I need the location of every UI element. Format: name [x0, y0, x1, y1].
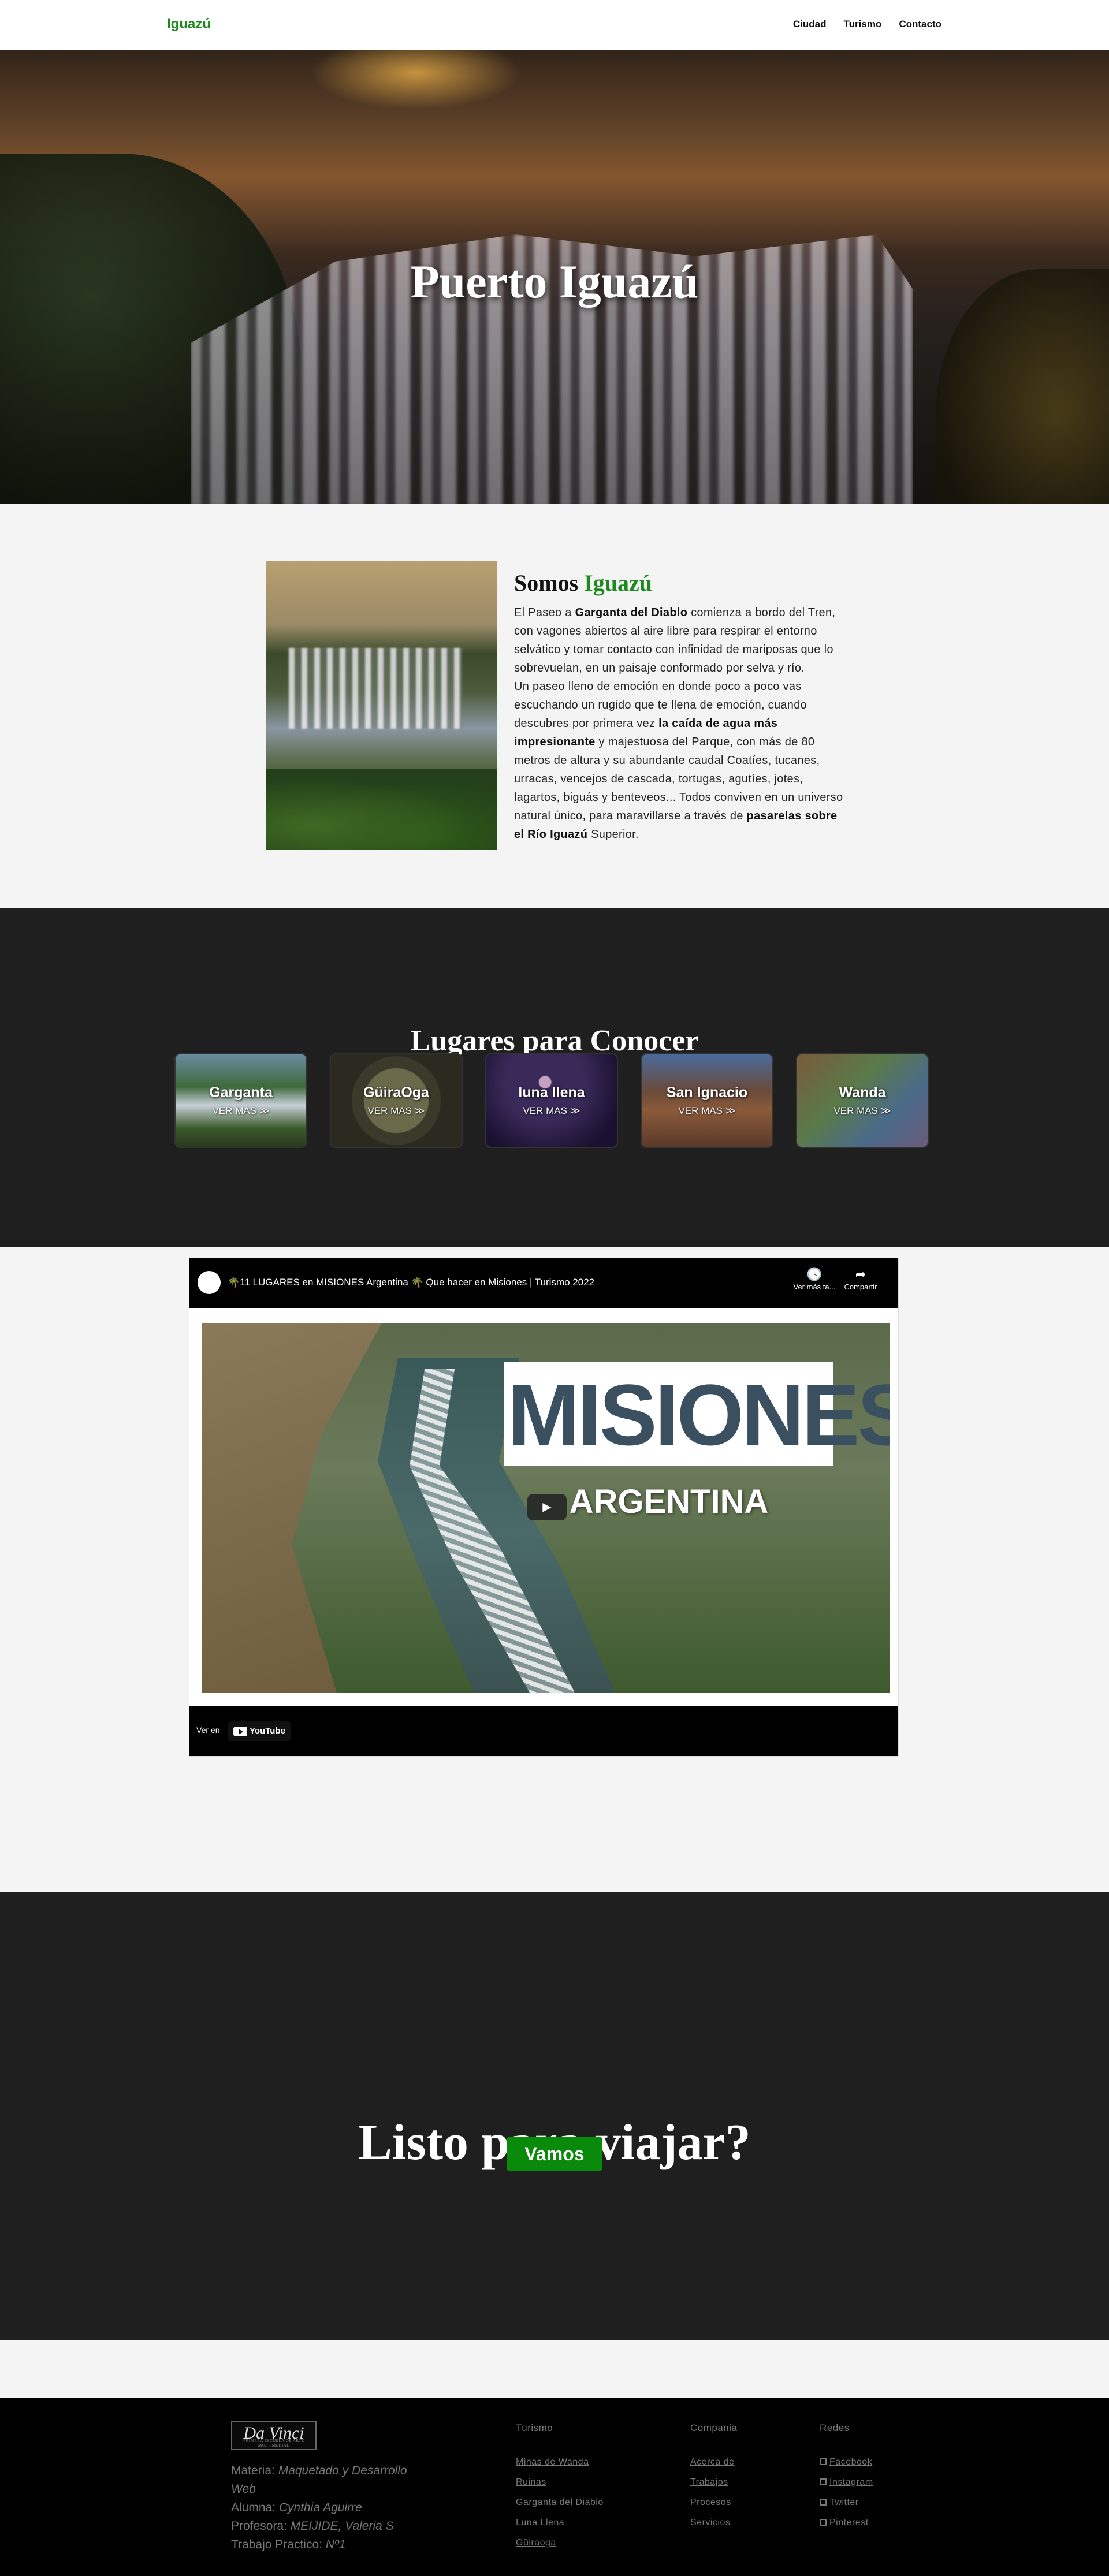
about-section: Somos Iguazú El Paseo a Garganta del Dia…	[514, 569, 843, 844]
ver-mas-link[interactable]: VER MAS ≫	[331, 1105, 462, 1117]
nav-links: Ciudad Turismo Contacto	[793, 18, 941, 30]
footer-link-pinterest[interactable]: Pinterest	[820, 2518, 873, 2528]
ver-mas-link[interactable]: VER MAS ≫	[797, 1105, 928, 1117]
footer-col-redes: Redes Facebook Instagram Twitter Pintere…	[820, 2422, 873, 2538]
footer-link-procesos[interactable]: Procesos	[690, 2497, 738, 2508]
vamos-button[interactable]: Vamos	[507, 2137, 602, 2171]
footer-col-compania: Compania Acerca de Trabajos Procesos Ser…	[690, 2422, 738, 2538]
share-button[interactable]: ➦ Compartir	[838, 1266, 884, 1291]
footer-link-minas-de-wanda[interactable]: Minas de Wanda	[516, 2457, 604, 2467]
video-thumbnail[interactable]: MISIONES ARGENTINA ▶	[202, 1323, 890, 1693]
video-header: 🌴11 LUGARES en MISIONES Argentina 🌴 Que …	[189, 1258, 898, 1308]
davinci-logo: Da Vinci PRIMERA ESCUELA DE ARTE MULTIME…	[231, 2421, 317, 2450]
footer: Da Vinci PRIMERA ESCUELA DE ARTE MULTIME…	[0, 2398, 1109, 2576]
cta-section: Listo para viajar? Vamos	[0, 1892, 1109, 2340]
video-title[interactable]: 🌴11 LUGARES en MISIONES Argentina 🌴 Que …	[228, 1277, 594, 1288]
clock-icon: 🕓	[806, 1267, 823, 1281]
footer-link-twitter[interactable]: Twitter	[820, 2497, 873, 2508]
top-navbar: Iguazú Ciudad Turismo Contacto	[0, 0, 1109, 50]
place-card-name: Wanda	[839, 1084, 886, 1101]
alumna-line: Alumna: Cynthia Aguirre	[231, 2501, 362, 2514]
footer-link-ruinas[interactable]: Ruinas	[516, 2477, 604, 2488]
facebook-icon	[820, 2458, 827, 2465]
materia-line: Materia: Maquetado y Desarrollo Web	[231, 2464, 407, 2496]
channel-avatar[interactable]	[198, 1271, 221, 1294]
youtube-icon	[233, 1726, 247, 1736]
nav-link-turismo[interactable]: Turismo	[844, 18, 882, 30]
footer-link-instagram[interactable]: Instagram	[820, 2477, 873, 2488]
footer-link-acerca-de[interactable]: Acerca de	[690, 2457, 738, 2467]
places-section: Lugares para Conocer Garganta VER MAS ≫ …	[0, 908, 1109, 1247]
nav-link-contacto[interactable]: Contacto	[899, 18, 941, 30]
youtube-embed[interactable]: 🌴11 LUGARES en MISIONES Argentina 🌴 Que …	[189, 1258, 899, 1757]
about-title-accent: Iguazú	[584, 570, 652, 596]
about-paragraph-1: El Paseo a Garganta del Diablo comienza …	[514, 606, 836, 674]
place-card-wanda[interactable]: Wanda VER MAS ≫	[796, 1053, 929, 1148]
twitter-icon	[820, 2499, 827, 2506]
footer-link-garganta[interactable]: Garganta del Diablo	[516, 2497, 604, 2508]
watch-later-button[interactable]: 🕓 Ver más ta...	[791, 1266, 838, 1291]
place-card-garganta[interactable]: Garganta VER MAS ≫	[174, 1053, 307, 1148]
place-card-name: San Ignacio	[666, 1084, 748, 1101]
nav-link-ciudad[interactable]: Ciudad	[793, 18, 827, 30]
footer-col-title: Compania	[690, 2422, 738, 2433]
footer-link-servicios[interactable]: Servicios	[690, 2518, 738, 2528]
footer-link-guiraoga[interactable]: Güiraoga	[516, 2538, 604, 2548]
place-card-name: luna llena	[518, 1084, 585, 1101]
footer-col-turismo: Turismo Minas de Wanda Ruinas Garganta d…	[516, 2422, 604, 2558]
place-card-san-ignacio[interactable]: San Ignacio VER MAS ≫	[641, 1053, 773, 1148]
place-card-name: GüiraOga	[363, 1084, 429, 1101]
hero-title: Puerto Iguazú	[410, 255, 699, 308]
instagram-icon	[820, 2478, 827, 2485]
ver-mas-link[interactable]: VER MAS ≫	[486, 1105, 617, 1117]
footer-link-luna-llena[interactable]: Luna Llena	[516, 2518, 604, 2528]
footer-course-info: Materia: Maquetado y Desarrollo Web Alum…	[231, 2462, 422, 2554]
tp-line: Trabajo Practico: Nº1	[231, 2538, 346, 2551]
youtube-link[interactable]: YouTube	[228, 1721, 291, 1741]
about-waterfall-image	[266, 561, 497, 850]
pinterest-icon	[820, 2519, 827, 2526]
watch-on-label: Ver en	[196, 1725, 220, 1735]
hero-banner: Puerto Iguazú	[0, 50, 1109, 504]
place-card-guiraoga[interactable]: GüiraOga VER MAS ≫	[330, 1053, 463, 1148]
play-icon: ▶	[542, 1501, 552, 1513]
ver-mas-link[interactable]: VER MAS ≫	[176, 1105, 306, 1117]
brand-logo[interactable]: Iguazú	[167, 16, 211, 32]
ver-mas-link[interactable]: VER MAS ≫	[642, 1105, 772, 1117]
footer-col-title: Redes	[820, 2422, 850, 2433]
footer-col-title: Turismo	[516, 2422, 553, 2433]
about-title: Somos Iguazú	[514, 570, 652, 596]
footer-link-facebook[interactable]: Facebook	[820, 2457, 873, 2467]
play-button[interactable]: ▶	[527, 1494, 567, 1520]
video-footer: Ver en YouTube	[189, 1706, 898, 1756]
thumbnail-title: MISIONES	[508, 1366, 890, 1463]
places-cards: Garganta VER MAS ≫ GüiraOga VER MAS ≫ lu…	[174, 1053, 929, 1148]
footer-link-trabajos[interactable]: Trabajos	[690, 2477, 738, 2488]
place-card-luna-llena[interactable]: luna llena VER MAS ≫	[485, 1053, 618, 1148]
share-icon: ➦	[855, 1267, 866, 1281]
profesora-line: Profesora: MEIJIDE, Valeria S	[231, 2519, 394, 2533]
about-paragraph-2: Un paseo lleno de emoción en donde poco …	[514, 680, 843, 841]
place-card-name: Garganta	[209, 1084, 273, 1101]
